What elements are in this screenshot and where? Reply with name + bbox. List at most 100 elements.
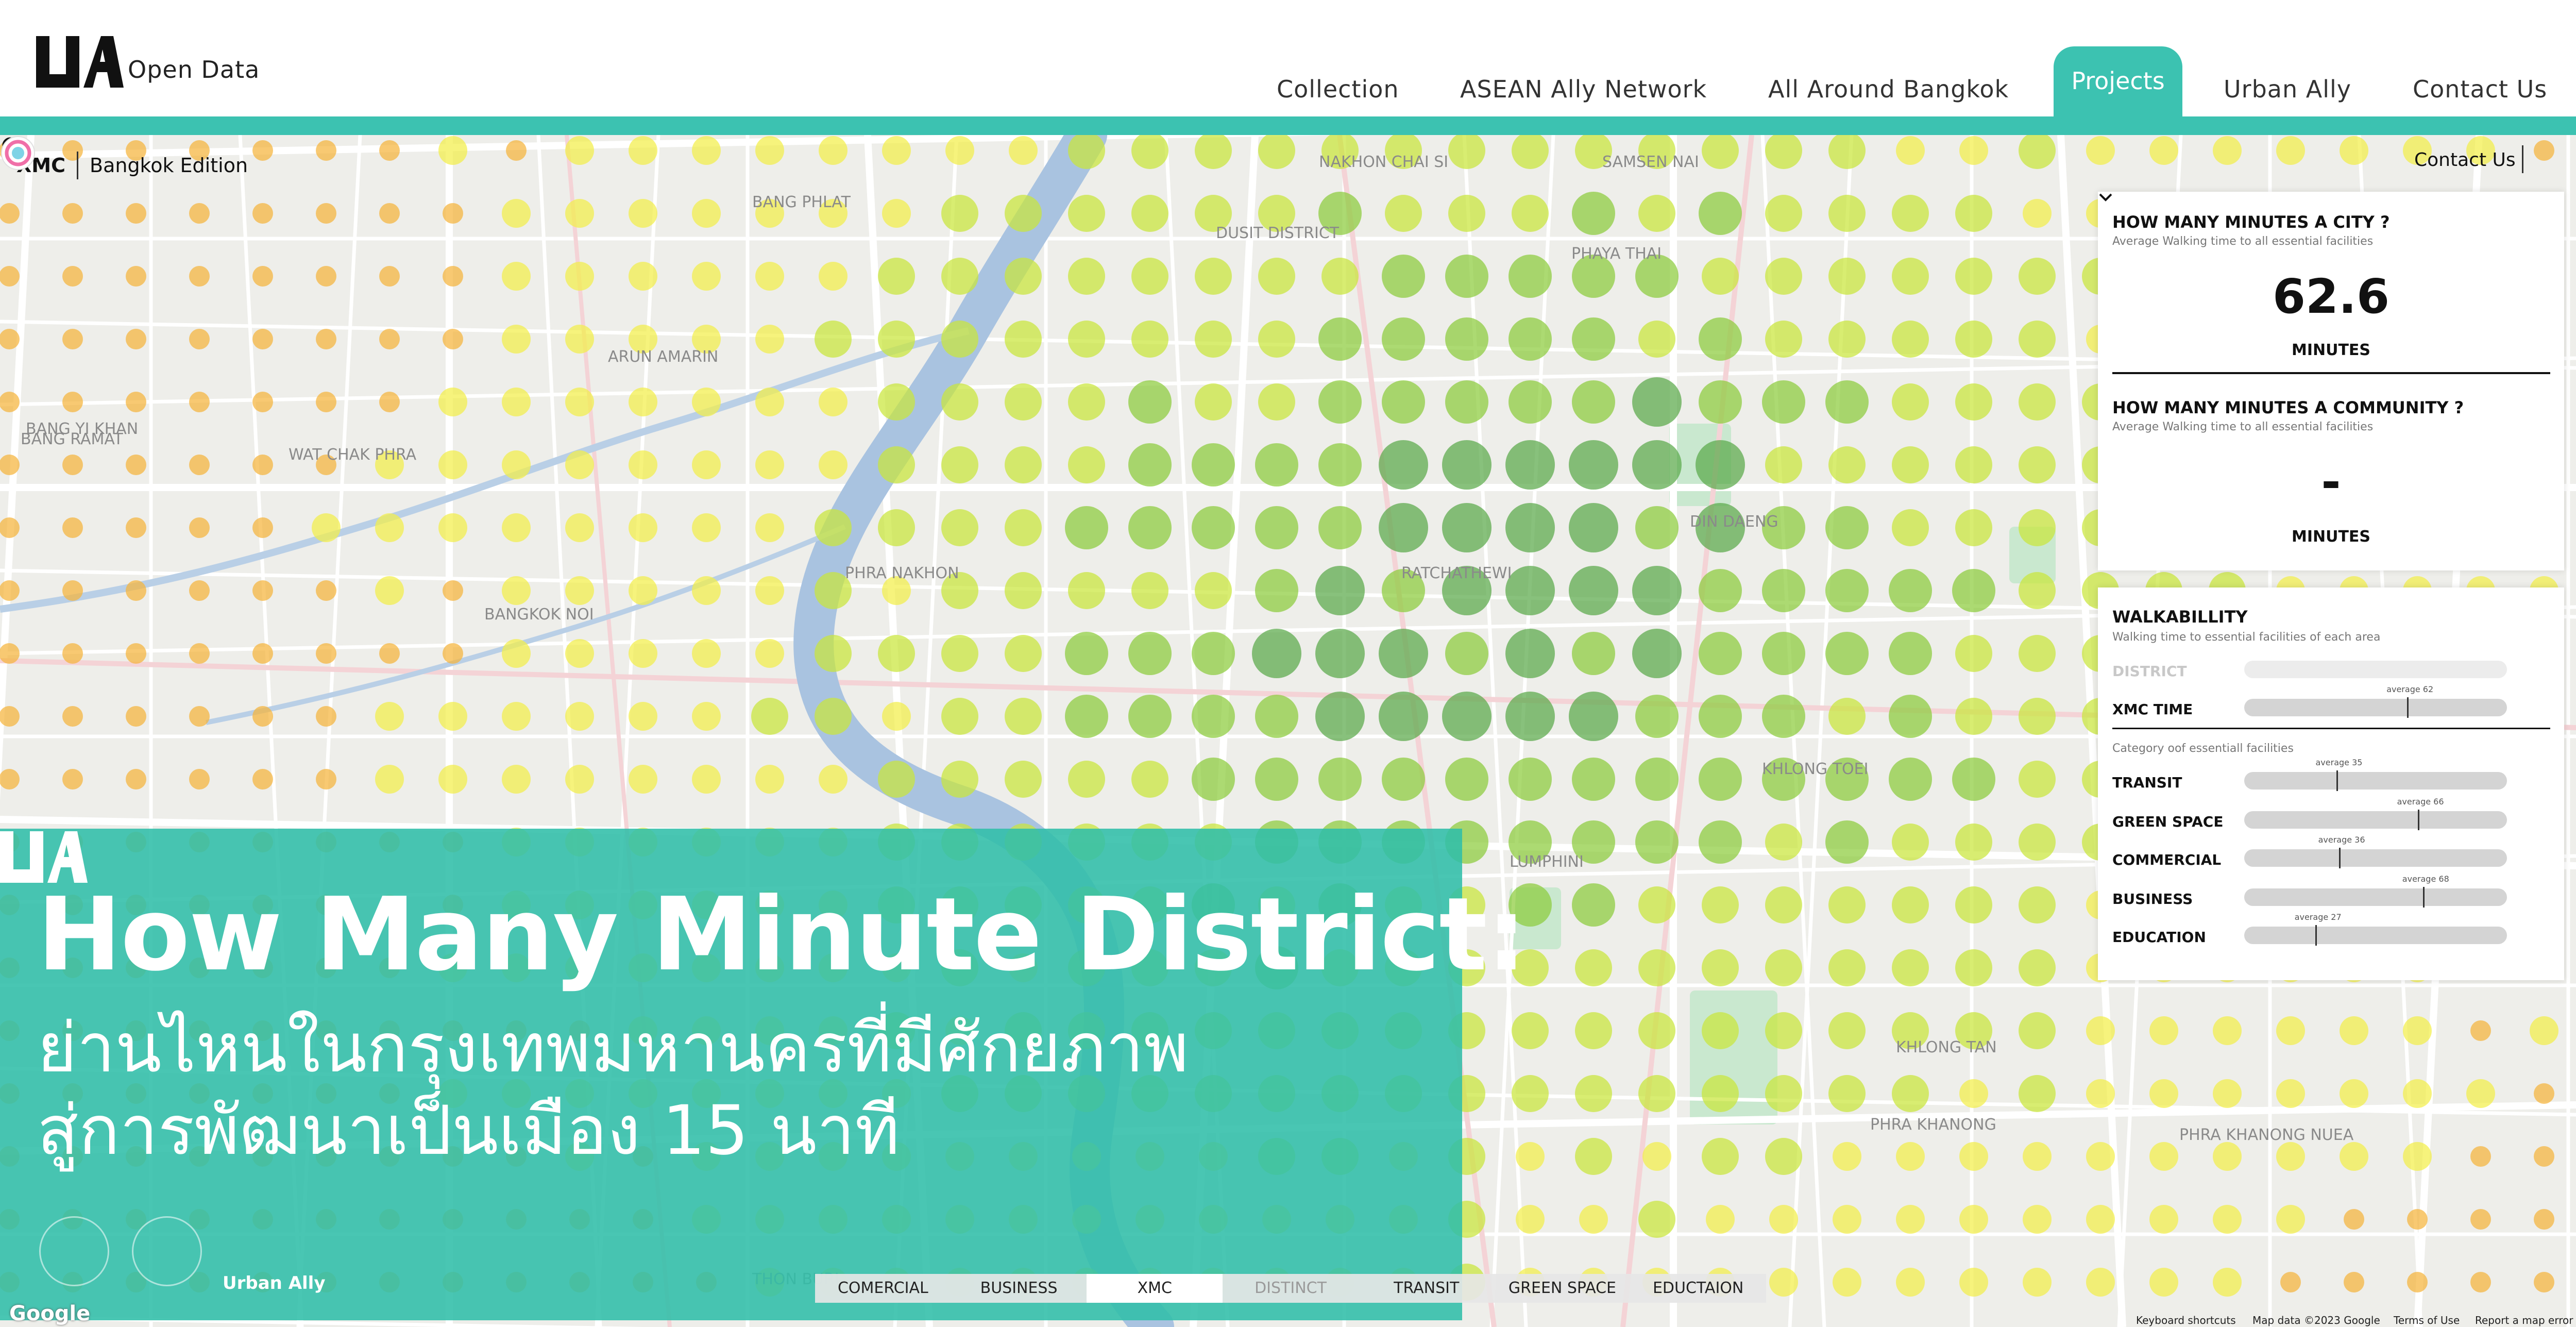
tab-xmc[interactable]: XMC [1087,1274,1223,1303]
walkability-dot [1068,572,1105,609]
walkability-dot [1892,949,1929,986]
walkability-dot [1131,195,1168,232]
walkability-dot [1128,695,1172,738]
walkability-dot [252,706,273,727]
walkability-dot [375,576,404,605]
walkability-dot [751,698,788,735]
walkability-dot [692,702,721,731]
map-place-label: DUSIT DISTRICT [1216,224,1340,242]
city-seal-logo [39,1216,109,1286]
nav-asean-ally-network[interactable]: ASEAN Ally Network [1460,75,1707,103]
terms-of-use-link[interactable]: Terms of Use [2394,1314,2460,1326]
map-contact-divider [2522,145,2523,173]
xmc-time-average-marker [2407,697,2409,718]
walkability-dot [629,765,657,794]
walkability-dot [1825,506,1869,549]
walkability-dot [878,635,915,672]
tab-comercial[interactable]: COMERCIAL [815,1274,951,1303]
walkability-dot [1632,377,1682,427]
nav-contact-us[interactable]: Contact Us [2413,75,2547,103]
green-space-bar[interactable] [2244,811,2507,829]
ua-logo[interactable] [36,36,124,88]
walkability-dot [2023,1142,2052,1171]
walkability-dot [755,136,784,165]
walkability-dot [1699,380,1742,424]
tab-distinct[interactable]: DISTINCT [1223,1274,1359,1303]
walkability-dot [1702,949,1739,986]
walkability-dot [126,392,146,412]
walkability-dot [1765,886,1802,923]
headline-banner: How Many Minute District: ย่านไหนในกรุงเ… [0,829,1527,1320]
transit-bar[interactable] [2244,772,2507,790]
walkability-dot [252,455,273,475]
brand-text[interactable]: Open Data [128,56,260,83]
walkability-dot [379,643,400,664]
walkability-dot [565,576,594,605]
walkability-dot [1128,632,1172,675]
walkability-dot [1195,321,1232,358]
walkability-dot [692,262,721,291]
walkability-dot [0,266,20,287]
walkability-dot [565,388,594,416]
walkability-dot [316,706,336,727]
walkability-dot [2019,572,2056,609]
walkability-dot [2276,1079,2305,1108]
walkability-dot [692,136,721,165]
nav-urban-ally[interactable]: Urban Ally [2224,75,2351,103]
walkability-dot [1379,503,1428,552]
google-logo: Google [9,1302,91,1325]
walkability-dot [1699,569,1742,612]
xmc-time-bar[interactable] [2244,699,2507,716]
walkability-dot [1258,258,1295,295]
walkability-dot [126,580,146,601]
keyboard-shortcuts-link[interactable]: Keyboard shortcuts [2136,1314,2236,1326]
tab-transit[interactable]: TRANSIT [1359,1274,1495,1303]
walkability-dot [1579,1205,1608,1234]
walkability-dot [1828,258,1866,295]
walkability-dot [252,392,273,412]
walkability-dot [878,761,915,798]
nav-collection[interactable]: Collection [1277,75,1399,103]
commercial-bar[interactable] [2244,849,2507,867]
walkability-dot [502,262,531,291]
walkability-dot [2149,1142,2178,1171]
walkability-dot [1699,317,1742,361]
walkability-dot [565,325,594,354]
walkability-dot [1509,758,1552,801]
walkability-dot [755,450,784,479]
walkability-dot [1896,1268,1925,1297]
map-place-label: ARUN AMARIN [608,348,718,366]
report-map-error-link[interactable]: Report a map error [2475,1314,2573,1326]
chevron-down-icon[interactable] [2098,192,2113,203]
walkability-dot [941,698,978,735]
walkability-dot [1068,383,1105,421]
tab-business[interactable]: BUSINESS [951,1274,1087,1303]
category-tabbar: COMERCIAL BUSINESS XMC DISTINCT TRANSIT … [815,1274,1766,1303]
walkability-dot [1896,136,1925,165]
tab-eductaion[interactable]: EDUCTAION [1630,1274,1766,1303]
community-minutes-title: HOW MANY MINUTES A COMMUNITY ? [2112,398,2464,417]
map-place-label: SAMSEN NAI [1602,153,1699,171]
map-canvas[interactable]: NAKHON CHAI SI DUSIT DISTRICT SAMSEN NAI PH… [0,135,2576,1327]
walkability-dot [379,329,400,349]
walkability-dot [1192,506,1235,549]
walkability-dot [316,266,336,287]
nav-projects[interactable]: Projects [2054,46,2182,116]
walkability-dot [2344,1209,2364,1230]
business-label: BUSINESS [2112,891,2193,908]
map-contact-link[interactable]: Contact Us [2414,149,2516,171]
walkability-dot [755,639,784,668]
tab-green-space[interactable]: GREEN SPACE [1495,1274,1631,1303]
walkability-dot [1258,135,1295,169]
city-minutes-subtitle: Average Walking time to all essential fa… [2112,235,2374,248]
walkability-dot [941,761,978,798]
layer-toggle-icon[interactable] [0,135,36,171]
walkability-dot [815,321,852,358]
walkability-dot [1892,321,1929,358]
nav-all-around-bangkok[interactable]: All Around Bangkok [1768,75,2009,103]
walkability-dot [1385,195,1422,232]
walkability-dot [878,509,915,546]
business-bar[interactable] [2244,888,2507,906]
education-bar[interactable] [2244,927,2507,944]
walkability-dot [443,580,463,601]
